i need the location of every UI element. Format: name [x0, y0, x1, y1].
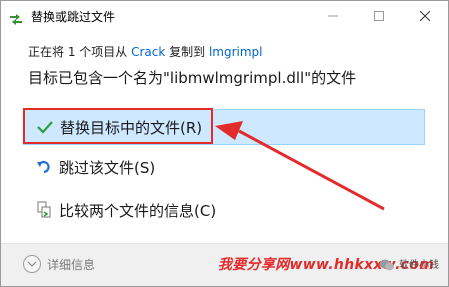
chevron-down-icon — [23, 255, 41, 273]
minimize-button[interactable] — [310, 1, 356, 31]
source-folder-link[interactable]: Crack — [131, 45, 165, 59]
compare-files-option[interactable]: 比较两个文件的信息(C) — [23, 192, 425, 228]
info-prefix: 正在将 1 个项目从 — [28, 45, 132, 59]
conflict-heading: 目标已包含一个名为"libmwlmgrimpl.dll"的文件 — [28, 69, 357, 87]
close-icon — [420, 11, 430, 21]
maximize-button[interactable] — [356, 1, 402, 31]
copy-info-line: 正在将 1 个项目从 Crack 复制到 lmgrimpl — [28, 43, 263, 60]
wechat-badge: 软件小钱 — [379, 256, 439, 271]
wechat-icon — [379, 257, 395, 271]
replace-or-skip-dialog: 替换或跳过文件 正在将 1 个项目从 Crack 复制到 lmgrimpl 目标… — [0, 0, 449, 287]
more-details-label: 详细信息 — [47, 257, 96, 272]
more-details-button[interactable]: 详细信息 — [23, 255, 95, 273]
title-bar: 替换或跳过文件 — [1, 1, 448, 31]
move-files-icon — [9, 10, 23, 25]
skip-arrow-icon — [35, 158, 53, 176]
skip-file-option[interactable]: 跳过该文件(S) — [23, 149, 425, 185]
destination-folder-link[interactable]: lmgrimpl — [209, 45, 263, 59]
compare-files-label: 比较两个文件的信息(C) — [59, 201, 217, 220]
wechat-label: 软件小钱 — [399, 260, 439, 271]
info-middle: 复制到 — [165, 45, 209, 59]
compare-files-icon — [35, 201, 53, 219]
maximize-icon — [374, 11, 384, 21]
window-title: 替换或跳过文件 — [31, 10, 116, 24]
close-button[interactable] — [402, 1, 448, 31]
dialog-footer: 详细信息 我要分享网www.hhkxxw.com 软件小钱 — [1, 243, 448, 286]
skip-file-label: 跳过该文件(S) — [59, 158, 156, 177]
annotation-highlight-box — [23, 108, 213, 144]
minimize-icon — [328, 11, 338, 21]
